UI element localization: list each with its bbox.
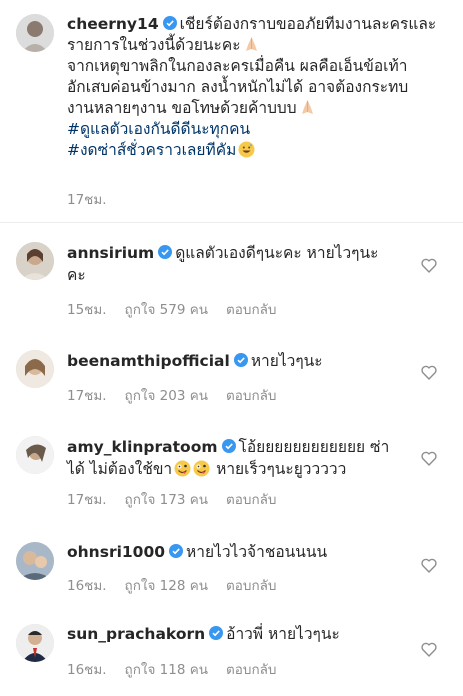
avatar[interactable] xyxy=(16,542,54,580)
comment-timestamp: 15ชม. xyxy=(67,302,107,318)
like-heart-icon[interactable] xyxy=(421,451,437,466)
folded-hands-emoji xyxy=(299,99,316,116)
verified-badge-icon xyxy=(233,353,248,367)
comment-username[interactable]: beenamthipofficial xyxy=(67,352,230,370)
caption-username[interactable]: cheerny14 xyxy=(67,15,159,33)
comment-item: beenamthipofficial หายไวๆนะ 17ชม. ถูกใจ 20… xyxy=(0,344,463,414)
comment-text: หายไวไวจ้าชอนนนน xyxy=(186,543,328,561)
comment-username[interactable]: ohnsri1000 xyxy=(67,543,165,561)
like-heart-icon[interactable] xyxy=(421,642,437,657)
reply-button[interactable]: ตอบกลับ xyxy=(226,662,276,678)
comment-text: หายเร็วๆนะยูววววว xyxy=(216,460,347,478)
comment-item: amy_klinpratoom โอ้ยยยยยยยยยยยย ซ่า ได้ ไ… xyxy=(0,430,463,510)
reply-button[interactable]: ตอบกลับ xyxy=(226,302,276,318)
comment-text: โอ้ยยยยยยยยยยยย ซ่า xyxy=(238,438,390,456)
comment-item: ohnsri1000 หายไวไวจ้าชอนนนน 16ชม. ถูกใจ 12… xyxy=(0,538,463,608)
like-heart-icon[interactable] xyxy=(421,558,437,573)
like-heart-icon[interactable] xyxy=(421,258,437,273)
caption-line: จากเหตุขาพลิกในกองละครเมื่อคืน ผลคือเอ็น… xyxy=(67,57,408,75)
comment-text: คะ xyxy=(67,266,86,284)
avatar[interactable] xyxy=(16,350,54,388)
comment-text: อ้าวพี่ หายไวๆนะ xyxy=(226,625,340,643)
caption-line: รายการในช่วงนี้ด้วยนะคะ xyxy=(67,36,241,54)
comment-timestamp: 17ชม. xyxy=(67,388,107,404)
hashtag-link[interactable]: #งดซ่าส์ชั่วคราวเลยทีคัม xyxy=(67,141,236,159)
avatar[interactable] xyxy=(16,242,54,280)
zany-face-emoji xyxy=(174,460,191,477)
likes-count[interactable]: ถูกใจ 128 คน xyxy=(125,578,208,594)
caption-line: งานหลายๆงาน ขอโทษด้วยค้าบบบ xyxy=(67,99,297,117)
like-heart-icon[interactable] xyxy=(421,365,437,380)
avatar[interactable] xyxy=(16,436,54,474)
folded-hands-emoji xyxy=(243,36,260,53)
zany-face-emoji xyxy=(193,460,210,477)
comment-username[interactable]: annsirium xyxy=(67,244,154,262)
caption-timestamp: 17ชม. xyxy=(67,192,107,208)
verified-badge-icon xyxy=(169,544,184,558)
reply-button[interactable]: ตอบกลับ xyxy=(226,492,276,508)
comment-username[interactable]: amy_klinpratoom xyxy=(67,438,218,456)
likes-count[interactable]: ถูกใจ 118 คน xyxy=(125,662,208,678)
verified-badge-icon xyxy=(162,16,177,30)
avatar[interactable] xyxy=(16,14,54,52)
comment-text: หายไวๆนะ xyxy=(250,352,323,370)
comment-timestamp: 17ชม. xyxy=(67,492,107,508)
verified-badge-icon xyxy=(158,245,173,259)
caption-line: เชียร์ต้องกราบขออภัยทีมงานละครและ xyxy=(179,15,437,33)
divider xyxy=(0,222,463,223)
grinning-sweat-emoji xyxy=(238,141,255,158)
verified-badge-icon xyxy=(209,626,224,640)
comment-text: ได้ ไม่ต้องใช้ขา xyxy=(67,460,173,478)
comment-text: ดูแลตัวเองดีๆนะคะ หายไวๆนะ xyxy=(175,244,379,262)
comment-username[interactable]: sun_prachakorn xyxy=(67,625,205,643)
reply-button[interactable]: ตอบกลับ xyxy=(226,388,276,404)
comment-item: annsirium ดูแลตัวเองดีๆนะคะ หายไวๆนะ คะ 1… xyxy=(0,236,463,326)
post-caption: cheerny14 เชียร์ต้องกราบขออภัยทีมงานละครแ… xyxy=(0,0,463,222)
verified-badge-icon xyxy=(221,439,236,453)
comment-timestamp: 16ชม. xyxy=(67,662,107,678)
hashtag-link[interactable]: #ดูแลตัวเองกันดีดีนะทุกคน xyxy=(67,119,452,140)
comment-item: sun_prachakorn อ้าวพี่ หายไวๆนะ 16ชม. ถูกใ… xyxy=(0,620,463,690)
reply-button[interactable]: ตอบกลับ xyxy=(226,578,276,594)
likes-count[interactable]: ถูกใจ 173 คน xyxy=(125,492,208,508)
likes-count[interactable]: ถูกใจ 579 คน xyxy=(125,302,208,318)
caption-line: อักเสบค่อนข้างมาก ลงน้ำหนักไม่ได้ อาจต้อ… xyxy=(67,78,409,96)
comment-timestamp: 16ชม. xyxy=(67,578,107,594)
likes-count[interactable]: ถูกใจ 203 คน xyxy=(125,388,208,404)
avatar[interactable] xyxy=(16,624,54,662)
